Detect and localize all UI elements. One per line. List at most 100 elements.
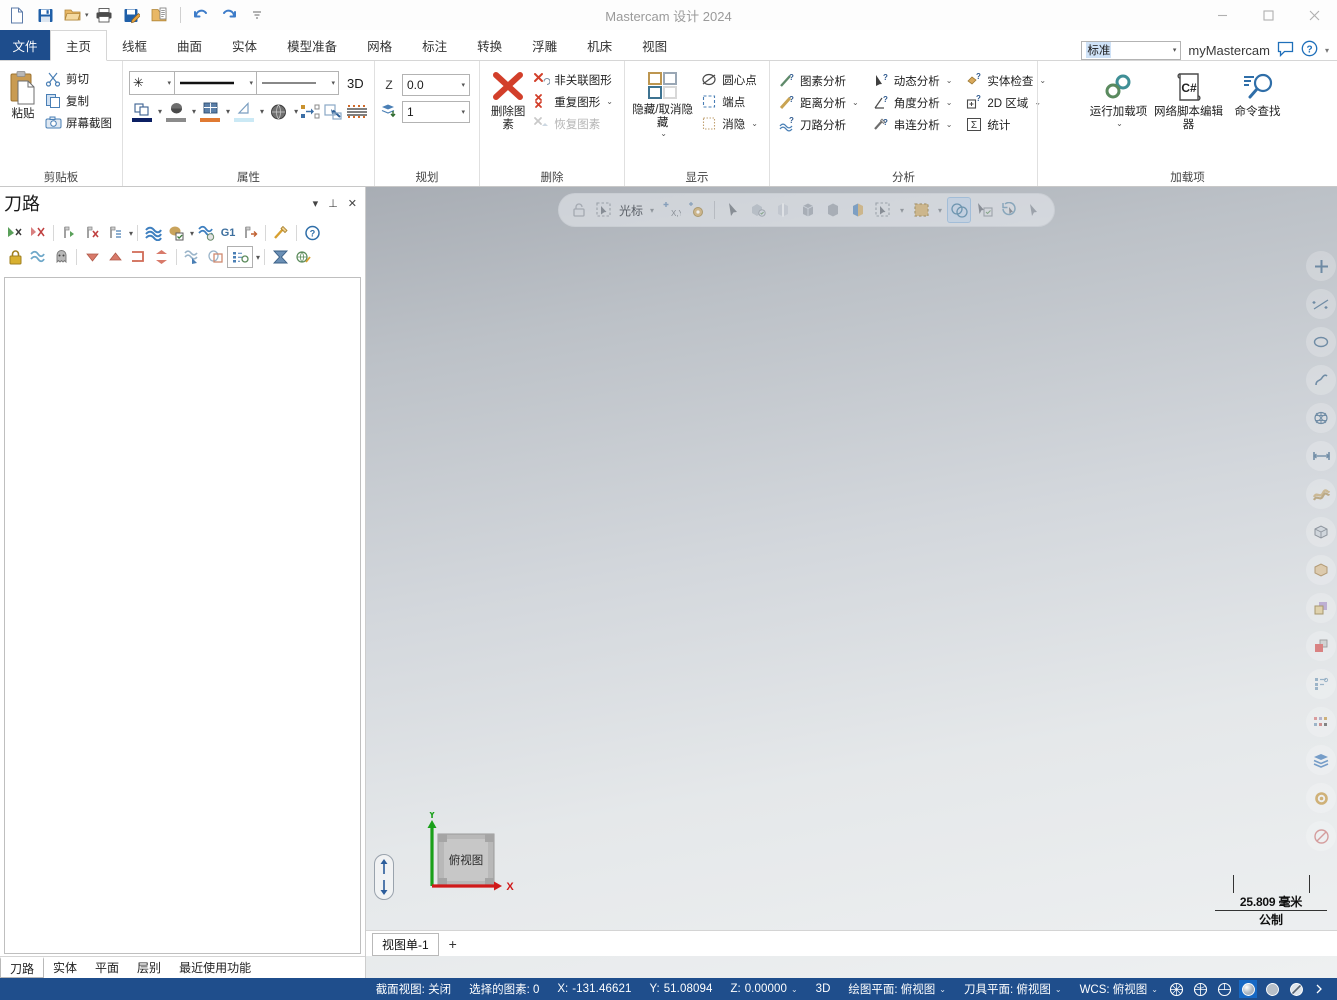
cursor-dropdown-icon[interactable]: ▾ — [646, 197, 658, 223]
coord-z[interactable]: Z: 0.00000 ⌄ — [721, 983, 806, 995]
regenerate-invalid-icon[interactable] — [81, 222, 103, 244]
chevron-down-icon[interactable]: ▾ — [129, 229, 133, 238]
wireframe-shade-icon[interactable] — [1306, 479, 1336, 509]
entity-analyze-button[interactable]: ? 图素分析 — [776, 70, 864, 91]
command-finder-button[interactable]: 命令查找 — [1229, 68, 1287, 119]
toolpath-options-icon[interactable] — [227, 246, 253, 268]
mymastercam-link[interactable]: myMastercam — [1188, 43, 1270, 58]
tab-machine[interactable]: 机床 — [572, 30, 627, 60]
new-file-icon[interactable] — [4, 3, 30, 27]
undo-icon[interactable] — [188, 3, 214, 27]
bottom-tab-planes[interactable]: 平面 — [86, 957, 128, 978]
chevron-down-icon[interactable]: ▾ — [294, 107, 298, 116]
dynamic-rotate-icon[interactable] — [1306, 365, 1336, 395]
chevron-down-icon[interactable]: ▾ — [158, 107, 162, 116]
select-arrow-icon[interactable] — [721, 197, 745, 223]
isometric-view-icon[interactable] — [1306, 403, 1336, 433]
bottom-tab-toolpaths[interactable]: 刀路 — [0, 957, 44, 978]
shaded-wire-view-icon[interactable] — [1215, 980, 1233, 998]
hide-unhide-button[interactable]: 隐藏/取消隐藏 ⌄ — [631, 66, 694, 138]
file-list-icon[interactable] — [147, 3, 173, 27]
run-addin-button[interactable]: 运行加载项 ⌄ — [1089, 68, 1149, 128]
level-field[interactable]: 1 ▾ — [402, 101, 470, 123]
regenerate-dirty-icon[interactable] — [104, 222, 126, 244]
shaded-view-icon[interactable] — [1306, 517, 1336, 547]
tab-solid[interactable]: 实体 — [217, 30, 272, 60]
select-mask-dropdown-icon[interactable]: ▾ — [934, 197, 946, 223]
z-depth-field[interactable]: 0.0 ▾ — [402, 74, 470, 96]
translucent-view-icon[interactable] — [1287, 980, 1305, 998]
bottom-tab-solids[interactable]: 实体 — [44, 957, 86, 978]
regenerate-selected-icon[interactable] — [58, 222, 80, 244]
csharp-script-button[interactable]: C# 网络脚本编辑器 — [1149, 68, 1229, 131]
insert-icon[interactable] — [127, 246, 149, 268]
sheet-tab-1[interactable]: 视图单-1 — [372, 933, 439, 956]
wireframe-color-button[interactable] — [231, 100, 257, 122]
open-folder-icon[interactable] — [60, 3, 86, 27]
select-solid-icon[interactable] — [821, 197, 845, 223]
level-color-button[interactable] — [129, 100, 155, 122]
bottom-tab-recent-functions[interactable]: 最近使用功能 — [170, 957, 260, 978]
g1-post-icon[interactable]: G1 — [218, 222, 238, 244]
maximize-button[interactable] — [1245, 0, 1291, 30]
select-partial-icon[interactable] — [846, 197, 870, 223]
chevron-down-icon[interactable]: ▾ — [226, 107, 230, 116]
high-speed-toolpath-icon[interactable] — [270, 222, 292, 244]
help-icon[interactable]: ? — [1301, 40, 1318, 60]
xyz-point-icon[interactable]: X,Y,Z — [659, 197, 683, 223]
dimension-mode-label[interactable]: 3D — [347, 76, 364, 91]
window-select-icon[interactable] — [871, 197, 895, 223]
tab-file[interactable]: 文件 — [0, 30, 50, 60]
levels-icon[interactable] — [381, 103, 397, 121]
select-all-icon[interactable] — [947, 197, 971, 223]
center-point-button[interactable]: 圆心点 — [698, 69, 763, 90]
panel-pin-button[interactable]: ⊥ — [328, 197, 338, 210]
tab-transform[interactable]: 转换 — [462, 30, 517, 60]
dimension-mode-toggle[interactable]: 3D — [807, 983, 840, 995]
dynamic-analyze-button[interactable]: ? 动态分析 ⌄ — [870, 70, 958, 91]
expand-statusbar-icon[interactable] — [1311, 980, 1329, 998]
pan-vertical-control[interactable] — [374, 854, 394, 900]
chevron-down-icon[interactable]: ⌄ — [1151, 985, 1158, 994]
simulate-toolpath-icon[interactable] — [142, 222, 164, 244]
save-icon[interactable] — [32, 3, 58, 27]
construction-plane-status[interactable]: 绘图平面: 俯视图 ⌄ — [839, 981, 955, 997]
select-mask-icon[interactable] — [909, 197, 933, 223]
point-style-combo[interactable]: ✳ ▾ — [129, 71, 175, 95]
delete-duplicate-button[interactable]: 重复图形 ⌄ — [530, 91, 618, 112]
blank-button[interactable]: 消隐 ⌄ — [698, 113, 763, 134]
toolpath-help-icon[interactable]: ? — [301, 222, 323, 244]
chevron-down-icon[interactable]: ⌄ — [791, 985, 798, 994]
set-attributes-button[interactable] — [299, 102, 321, 120]
delete-nonassociative-button[interactable]: 非关联图形 — [530, 69, 618, 90]
sort-toolpath-icon[interactable] — [269, 246, 291, 268]
toolpath-tree-list[interactable] — [4, 277, 361, 954]
unselect-icon[interactable] — [1022, 197, 1046, 223]
chevron-down-icon[interactable]: ⌄ — [1116, 119, 1123, 128]
configuration-select[interactable]: 标准 ▾ — [1081, 41, 1181, 60]
expand-collapse-icon[interactable] — [150, 246, 172, 268]
customize-qat-icon[interactable] — [244, 3, 270, 27]
tab-mesh[interactable]: 网格 — [352, 30, 407, 60]
chevron-down-icon[interactable]: ⌄ — [1055, 985, 1062, 994]
solid-shade-icon[interactable] — [1306, 631, 1336, 661]
copy-toolpath-icon[interactable] — [204, 246, 226, 268]
select-all-toolpaths-icon[interactable] — [4, 222, 26, 244]
surface-shade-icon[interactable] — [1306, 593, 1336, 623]
select-solid-body-icon[interactable] — [796, 197, 820, 223]
chevron-down-icon[interactable]: ⌄ — [939, 985, 946, 994]
ribbon-collapse-caret[interactable]: ▾ — [1325, 46, 1329, 55]
auto-cursor-settings-icon[interactable] — [684, 197, 708, 223]
clear-colors-button[interactable] — [322, 102, 344, 120]
redo-icon[interactable] — [216, 3, 242, 27]
graphics-viewport[interactable]: 光标 ▾ X,Y,Z — [366, 187, 1337, 978]
chain-analyze-button[interactable]: ? 串连分析 ⌄ — [870, 114, 958, 135]
endpoint-button[interactable]: 端点 — [698, 91, 763, 112]
cut-button[interactable]: 剪切 — [42, 68, 117, 89]
material-button[interactable] — [265, 102, 291, 121]
solid-color-button[interactable] — [163, 100, 189, 122]
tab-home[interactable]: 主页 — [50, 30, 107, 61]
move-up-icon[interactable] — [104, 246, 126, 268]
tool-plane-status[interactable]: 刀具平面: 俯视图 ⌄ — [955, 981, 1071, 997]
print-icon[interactable] — [91, 3, 117, 27]
